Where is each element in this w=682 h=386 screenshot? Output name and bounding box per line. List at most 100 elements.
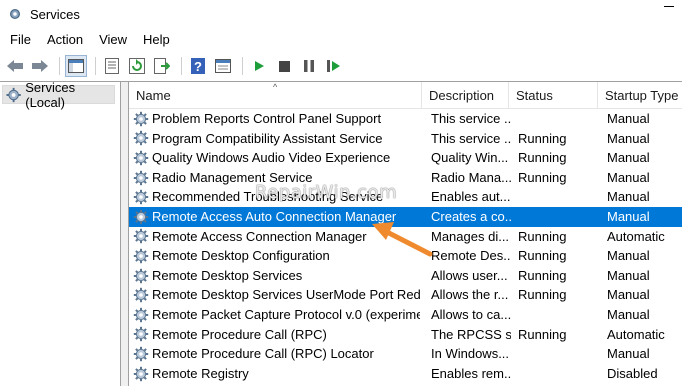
table-row[interactable]: Remote Access Connection Manager Manages … — [129, 227, 682, 247]
export-list-button[interactable] — [151, 55, 173, 77]
service-startup-type: Disabled — [607, 365, 658, 381]
service-name-cell: Remote Desktop Services — [133, 266, 420, 286]
service-name: Remote Desktop Services UserMode Port Re… — [152, 287, 420, 303]
list-header: Name Description Status Startup Type ^ — [129, 82, 682, 109]
table-row[interactable]: Remote Procedure Call (RPC) Locator In Wi… — [129, 344, 682, 364]
pause-service-button[interactable] — [298, 55, 320, 77]
service-startup-type: Manual — [607, 287, 650, 303]
service-description: The RPCSS s... — [431, 326, 511, 342]
service-startup-type: Manual — [607, 169, 650, 185]
service-name-cell: Remote Procedure Call (RPC) Locator — [133, 344, 420, 364]
menu-action[interactable]: Action — [39, 28, 91, 52]
column-header-startup-type[interactable]: Startup Type — [598, 82, 682, 109]
service-status — [518, 364, 600, 384]
show-hide-console-tree-button[interactable] — [65, 55, 87, 77]
help-icon: ? — [191, 58, 205, 74]
service-gear-icon — [133, 287, 149, 303]
table-row[interactable]: Remote Desktop Configuration Remote Des..… — [129, 246, 682, 266]
service-gear-icon — [133, 170, 149, 185]
start-service-button[interactable] — [248, 55, 270, 77]
service-gear-icon — [133, 327, 149, 342]
table-row-selected[interactable]: Remote Access Auto Connection Manager Cre… — [129, 206, 682, 227]
service-startup-type: Automatic — [607, 228, 665, 244]
table-row[interactable]: Remote Procedure Call (RPC) The RPCSS s..… — [129, 325, 682, 345]
menu-file[interactable]: File — [0, 28, 39, 52]
service-gear-icon — [133, 131, 149, 146]
stop-service-button[interactable] — [273, 55, 295, 77]
table-row[interactable]: Remote Packet Capture Protocol v.0 (expe… — [129, 305, 682, 325]
restart-service-icon — [327, 60, 340, 72]
service-startup-type: Manual — [607, 346, 650, 362]
service-status: Running — [518, 267, 567, 283]
service-startup-type: Manual — [607, 306, 650, 322]
service-startup-type: Manual — [607, 150, 650, 166]
minimize-button[interactable] — [664, 6, 674, 7]
service-description: This service ... — [431, 130, 511, 146]
service-name-cell: Remote Access Connection Manager — [133, 227, 420, 247]
table-row[interactable]: Program Compatibility Assistant Service T… — [129, 129, 682, 149]
column-header-status[interactable]: Status — [509, 82, 598, 109]
view-button[interactable] — [212, 55, 234, 77]
service-name-cell: Remote Access Auto Connection Manager — [133, 207, 420, 227]
pause-service-icon — [304, 60, 314, 72]
service-description: Allows to ca... — [431, 306, 511, 322]
table-row[interactable]: Recommended Troubleshooting Service Enabl… — [129, 187, 682, 207]
toolbar-separator — [242, 57, 243, 75]
tree-item-services-local[interactable]: Services (Local) — [2, 80, 115, 110]
service-name-cell: Quality Windows Audio Video Experience — [133, 148, 420, 168]
watermark-text: RepairWin.com — [255, 182, 398, 203]
service-gear-icon — [133, 229, 149, 244]
forward-arrow-icon — [32, 60, 48, 72]
table-row[interactable]: Remote Desktop Services UserMode Port Re… — [129, 285, 682, 305]
menu-view[interactable]: View — [91, 28, 135, 52]
service-gear-icon — [133, 366, 149, 381]
service-gear-icon — [133, 248, 149, 264]
pane-splitter[interactable] — [121, 82, 129, 386]
service-startup-type: Manual — [607, 130, 650, 146]
service-status — [518, 207, 600, 227]
gear-icon — [6, 87, 21, 102]
service-gear-icon — [133, 268, 149, 283]
service-description: Enables aut... — [431, 189, 511, 205]
column-header-description[interactable]: Description — [422, 82, 509, 109]
help-button[interactable]: ? — [187, 55, 209, 77]
export-list-icon — [154, 58, 170, 74]
toolbar-separator — [59, 57, 60, 75]
service-gear-icon — [133, 209, 149, 224]
table-row[interactable]: Remote Registry Enables rem... Disabled — [129, 364, 682, 384]
refresh-icon — [129, 58, 145, 74]
console-tree: Services (Local) — [0, 80, 121, 386]
refresh-button[interactable] — [126, 55, 148, 77]
service-startup-type: Manual — [607, 111, 650, 126]
properties-button[interactable] — [101, 55, 123, 77]
service-gear-icon — [133, 111, 149, 126]
service-name: Remote Desktop Configuration — [152, 248, 330, 264]
service-name-cell: Remote Procedure Call (RPC) — [133, 325, 420, 345]
service-description: Allows user... — [431, 267, 508, 283]
start-service-icon — [255, 61, 264, 71]
toolbar-separator — [95, 57, 96, 75]
service-status: Running — [518, 287, 567, 303]
properties-icon — [105, 58, 119, 74]
service-description: Quality Win... — [431, 150, 509, 166]
service-status: Running — [518, 130, 567, 146]
table-row[interactable]: Remote Desktop Services Allows user... Run… — [129, 266, 682, 286]
view-icon — [215, 59, 231, 73]
service-status: Running — [518, 150, 567, 166]
toolbar: ? — [0, 52, 682, 80]
back-button[interactable] — [4, 55, 26, 77]
table-row[interactable]: Problem Reports Control Panel Support Thi… — [129, 109, 682, 129]
service-description: Radio Mana... — [431, 169, 511, 185]
svg-text:?: ? — [194, 59, 202, 74]
menu-help[interactable]: Help — [135, 28, 178, 52]
service-description: Allows the r... — [431, 287, 509, 303]
table-row[interactable]: Radio Management Service Radio Mana... Run… — [129, 168, 682, 188]
table-row[interactable]: Quality Windows Audio Video Experience Qu… — [129, 148, 682, 168]
restart-service-button[interactable] — [323, 55, 345, 77]
forward-button[interactable] — [29, 55, 51, 77]
window-title: Services — [30, 6, 80, 22]
service-description: Enables rem... — [431, 365, 511, 381]
service-status: Running — [518, 228, 567, 244]
service-status — [518, 109, 600, 129]
service-description: In Windows... — [431, 346, 510, 362]
